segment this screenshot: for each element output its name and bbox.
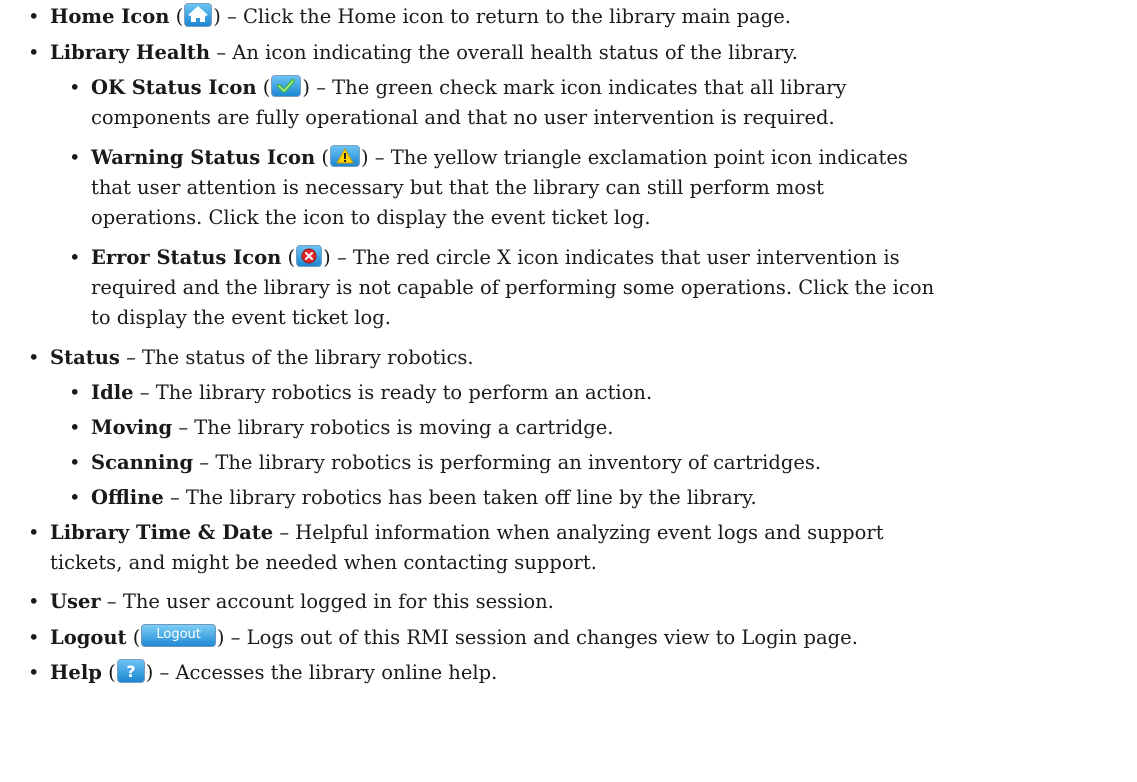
bullet: •: [28, 41, 40, 64]
term-warning-status: Warning Status Icon: [91, 146, 316, 169]
bullet: •: [69, 146, 81, 169]
list-item-status: • Status – The status of the library rob…: [28, 343, 1090, 373]
logout-button: Logout: [141, 624, 216, 647]
error-icon: [296, 244, 323, 267]
list-item-scanning: • Scanning – The library robotics is per…: [69, 448, 1091, 478]
list-item-home-icon: • Home Icon () – Click the Home icon to …: [28, 2, 1090, 32]
bullet: •: [69, 76, 81, 99]
term-user: User: [50, 590, 101, 613]
list-item-library-time-date: • Library Time & Date – Helpful informat…: [28, 518, 1090, 578]
bullet: •: [28, 346, 40, 369]
list-item-ok-status: • OK Status Icon () – The green check ma…: [69, 73, 1091, 133]
term-library-time-date: Library Time & Date: [50, 521, 274, 544]
list-item-error-status: • Error Status Icon () – The red circle …: [69, 243, 1091, 333]
bullet: •: [28, 5, 40, 28]
bullet: •: [28, 590, 40, 613]
term-moving: Moving: [91, 416, 173, 439]
term-idle: Idle: [91, 381, 134, 404]
bullet: •: [28, 626, 40, 649]
term-home-icon: Home Icon: [50, 5, 170, 28]
term-library-health: Library Health: [50, 41, 211, 64]
list-item-logout: • Logout (Logout) – Logs out of this RMI…: [28, 623, 1090, 653]
list-item-warning-status: • Warning Status Icon () – The yellow tr…: [69, 143, 1091, 233]
list-item-moving: • Moving – The library robotics is movin…: [69, 413, 1091, 443]
term-error-status: Error Status Icon: [91, 246, 282, 269]
list-item-user: • User – The user account logged in for …: [28, 587, 1090, 617]
bullet: •: [69, 416, 81, 439]
term-offline: Offline: [91, 486, 164, 509]
bullet: •: [69, 451, 81, 474]
bullet: •: [28, 661, 40, 684]
list-item-offline: • Offline – The library robotics has bee…: [69, 483, 1091, 513]
help-icon: ?: [116, 658, 145, 683]
term-scanning: Scanning: [91, 451, 194, 474]
bullet: •: [69, 381, 81, 404]
term-logout: Logout: [50, 626, 127, 649]
bullet: •: [28, 521, 40, 544]
list-item-help: • Help (?) – Accesses the library online…: [28, 658, 1090, 688]
bullet: •: [69, 486, 81, 509]
home-icon: [184, 2, 213, 27]
bullet: •: [69, 246, 81, 269]
check-icon: [271, 74, 302, 97]
list-item-idle: • Idle – The library robotics is ready t…: [69, 378, 1091, 408]
term-ok-status: OK Status Icon: [91, 76, 257, 99]
warning-icon: [329, 144, 360, 167]
term-status: Status: [50, 346, 120, 369]
list-item-library-health: • Library Health – An icon indicating th…: [28, 38, 1090, 68]
term-help: Help: [50, 661, 102, 684]
help-glyph: ?: [126, 662, 135, 681]
